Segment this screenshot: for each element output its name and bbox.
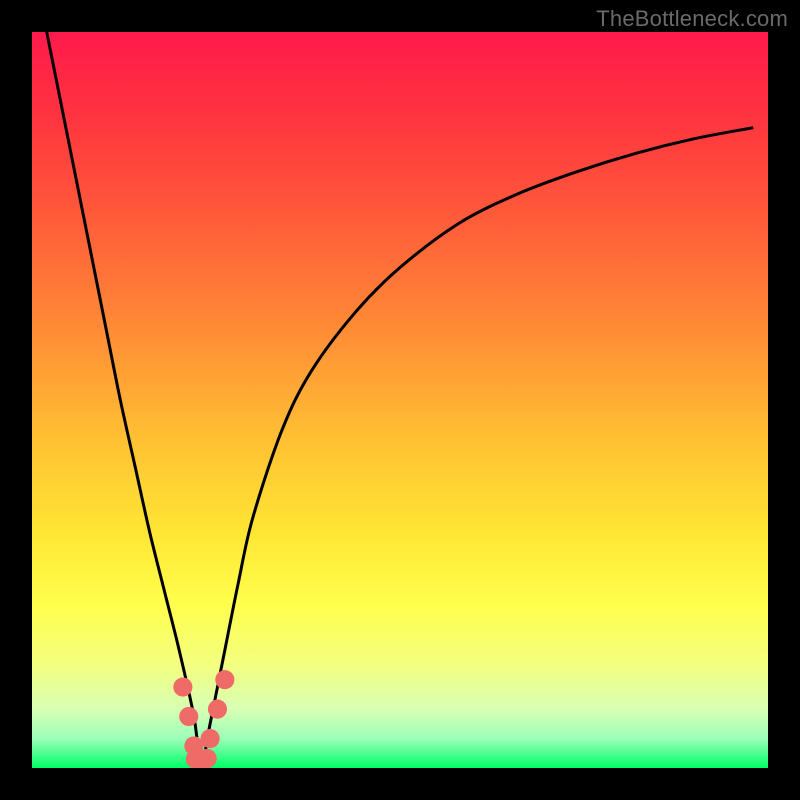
valley-marker — [215, 670, 234, 689]
valley-marker — [208, 700, 227, 719]
bottleneck-curve — [32, 32, 768, 768]
valley-marker — [173, 677, 192, 696]
figure-root: { "watermark": "TheBottleneck.com", "col… — [0, 0, 800, 800]
valley-marker — [179, 707, 198, 726]
valley-marker — [198, 749, 217, 768]
watermark-text: TheBottleneck.com — [596, 6, 788, 32]
plot-area — [32, 32, 768, 768]
curve-path — [47, 32, 754, 768]
valley-marker — [201, 729, 220, 748]
